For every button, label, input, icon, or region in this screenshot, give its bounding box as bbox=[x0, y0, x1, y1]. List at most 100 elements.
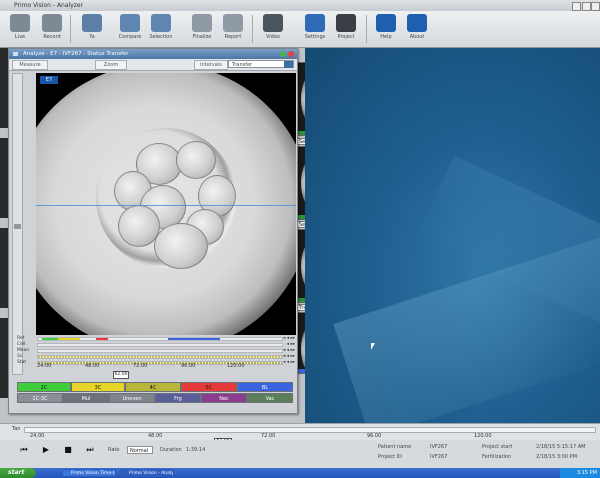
class-button-bl[interactable]: BL bbox=[237, 382, 293, 392]
patient-name-label: Patient name bbox=[378, 444, 412, 450]
blastomere bbox=[176, 141, 216, 179]
class-button-1c-3c[interactable]: 1C-3C bbox=[17, 393, 63, 403]
project-start-label: Project start bbox=[482, 444, 513, 450]
windows-taskbar: start Primo Vision Time-laps Primo Visio… bbox=[0, 468, 600, 478]
record-icon bbox=[42, 14, 62, 32]
class-button-frg[interactable]: Frg bbox=[155, 393, 201, 403]
project-icon bbox=[336, 14, 356, 32]
settings-icon bbox=[305, 14, 325, 32]
timeline-label: Tan bbox=[12, 426, 21, 432]
mode-select-value: Transfer bbox=[232, 62, 253, 68]
close-button[interactable] bbox=[591, 2, 600, 11]
mode-select[interactable]: Transfer bbox=[228, 60, 294, 68]
time-tick-label: 96.00 bbox=[181, 363, 196, 369]
embryo-image-view[interactable]: E7 bbox=[36, 73, 296, 335]
finalize-icon bbox=[192, 14, 212, 32]
about-button[interactable]: About bbox=[403, 13, 431, 45]
finalize-button[interactable]: Finalize bbox=[188, 13, 216, 45]
timeline-tick-label: 72.00 bbox=[261, 433, 276, 439]
project-id-label: Project ID bbox=[378, 454, 403, 460]
track-ref[interactable]: Ref ◂ ◂ ▸▸ bbox=[17, 336, 295, 342]
settings-button[interactable]: Settings bbox=[301, 13, 329, 45]
duration-label: Duration bbox=[160, 447, 182, 453]
class-button-3c[interactable]: 3C bbox=[71, 382, 125, 392]
time-tick-label: 24.00 bbox=[37, 363, 52, 369]
taskbar-item[interactable]: Primo Vision - Analyzer bbox=[120, 469, 174, 477]
measure-line bbox=[36, 205, 296, 206]
about-icon bbox=[407, 14, 427, 32]
taskbar-item[interactable]: Primo Vision Time-laps bbox=[62, 469, 116, 477]
help-button[interactable]: Help bbox=[372, 13, 400, 45]
desktop-background bbox=[305, 48, 600, 428]
fertilization-label: Fertilization bbox=[482, 454, 512, 460]
intervals-button[interactable]: Intervals bbox=[194, 60, 228, 70]
analyze-window-title-bar[interactable]: Analyze - E7 - IVF267 - Status Transfer bbox=[9, 49, 297, 59]
focal-plane-slider[interactable] bbox=[12, 73, 23, 375]
measure-button[interactable]: Measure bbox=[12, 60, 48, 70]
live-icon bbox=[10, 14, 30, 32]
project-button[interactable]: Project bbox=[332, 13, 360, 45]
start-button[interactable]: start bbox=[0, 468, 36, 478]
analyze-position-readout: 62.00 bbox=[113, 371, 129, 379]
patient-name-value: IVF267 bbox=[430, 444, 448, 450]
video-button[interactable]: Video bbox=[259, 13, 287, 45]
selection-icon bbox=[151, 14, 171, 32]
blastomere bbox=[154, 223, 208, 269]
chevron-down-icon bbox=[284, 61, 293, 68]
stop-icon[interactable]: ■ bbox=[62, 445, 74, 455]
skip-back-icon[interactable]: ⏮ bbox=[18, 445, 30, 455]
fertilization-value: 2/18/15 3:00 PM bbox=[536, 454, 578, 460]
main-toolbar: Live Record Ya Compare Selection Finaliz… bbox=[0, 11, 600, 48]
duration-value: 1:39:14 bbox=[186, 447, 206, 453]
timeline-tick-label: 48.00 bbox=[148, 433, 163, 439]
live-button[interactable]: Live bbox=[6, 13, 34, 45]
monitor-button[interactable]: Ya bbox=[78, 13, 106, 45]
analyze-window: Analyze - E7 - IVF267 - Status Transfer … bbox=[8, 48, 298, 414]
compare-icon bbox=[120, 14, 140, 32]
project-start-value: 2/18/15 5:15:17 AM bbox=[536, 444, 586, 450]
analyze-toolbar: Measure Zoom Intervals Transfer bbox=[9, 59, 297, 71]
video-icon bbox=[263, 14, 283, 32]
mouse-cursor-icon bbox=[371, 343, 375, 350]
track-cell[interactable]: Cell ◂ ▸▸ bbox=[17, 342, 295, 348]
class-button-vac[interactable]: Vac bbox=[247, 393, 293, 403]
app-title: Primo Vision - Analyzer bbox=[14, 2, 84, 9]
system-clock: 3:15 PM bbox=[560, 468, 600, 478]
analyze-time-axis: 24.00 48.00 72.00 96.00 120.00 bbox=[37, 363, 287, 375]
class-button-uneven[interactable]: Uneven bbox=[109, 393, 155, 403]
analyze-window-title: Analyze - E7 - IVF267 - Status Transfer bbox=[23, 51, 129, 57]
minimize-button[interactable] bbox=[572, 2, 581, 11]
timeline-tick-label: 96.00 bbox=[367, 433, 382, 439]
selection-button[interactable]: Selection bbox=[147, 13, 175, 45]
project-id-value: IVF267 bbox=[430, 454, 448, 460]
time-tick-label: 120.00 bbox=[227, 363, 245, 369]
maximize-button[interactable] bbox=[582, 2, 591, 11]
main-timeline: Tan 24.00 48.00 72.00 96.00 120.00 bbox=[0, 423, 600, 441]
compare-button[interactable]: Compare bbox=[116, 13, 144, 45]
class-button-nec[interactable]: Nec bbox=[201, 393, 247, 403]
class-button-mul[interactable]: Mul bbox=[63, 393, 109, 403]
focal-plane-slider-handle[interactable] bbox=[14, 224, 21, 229]
class-button-2c[interactable]: 2C bbox=[17, 382, 71, 392]
embryo-label-badge: E7 bbox=[40, 76, 58, 84]
timeline-tick-label: 120.00 bbox=[474, 433, 492, 439]
window-maximize-button[interactable] bbox=[280, 51, 286, 57]
help-icon bbox=[376, 14, 396, 32]
class-button-5c[interactable]: 5C bbox=[181, 382, 237, 392]
monitor-icon bbox=[82, 14, 102, 32]
record-button[interactable]: Record bbox=[38, 13, 66, 45]
skip-forward-icon[interactable]: ⏭ bbox=[84, 445, 96, 455]
rate-label: Rate bbox=[108, 447, 120, 453]
timeline-scrubber[interactable] bbox=[24, 427, 596, 433]
report-button[interactable]: Report bbox=[219, 13, 247, 45]
window-menu-icon[interactable] bbox=[13, 52, 18, 56]
time-tick-label: 72.00 bbox=[133, 363, 148, 369]
zoom-button[interactable]: Zoom bbox=[95, 60, 127, 70]
rate-select[interactable]: Normal bbox=[127, 446, 153, 454]
play-icon[interactable]: ▶ bbox=[40, 445, 52, 455]
class-button-4c[interactable]: 4C bbox=[125, 382, 181, 392]
report-icon bbox=[223, 14, 243, 32]
track-sc[interactable]: Sc ◂ ◂ ▸▸ bbox=[17, 354, 295, 360]
track-mean[interactable]: Mean ◂ ◂ ▸▸ bbox=[17, 348, 295, 354]
window-close-button[interactable] bbox=[288, 51, 294, 57]
